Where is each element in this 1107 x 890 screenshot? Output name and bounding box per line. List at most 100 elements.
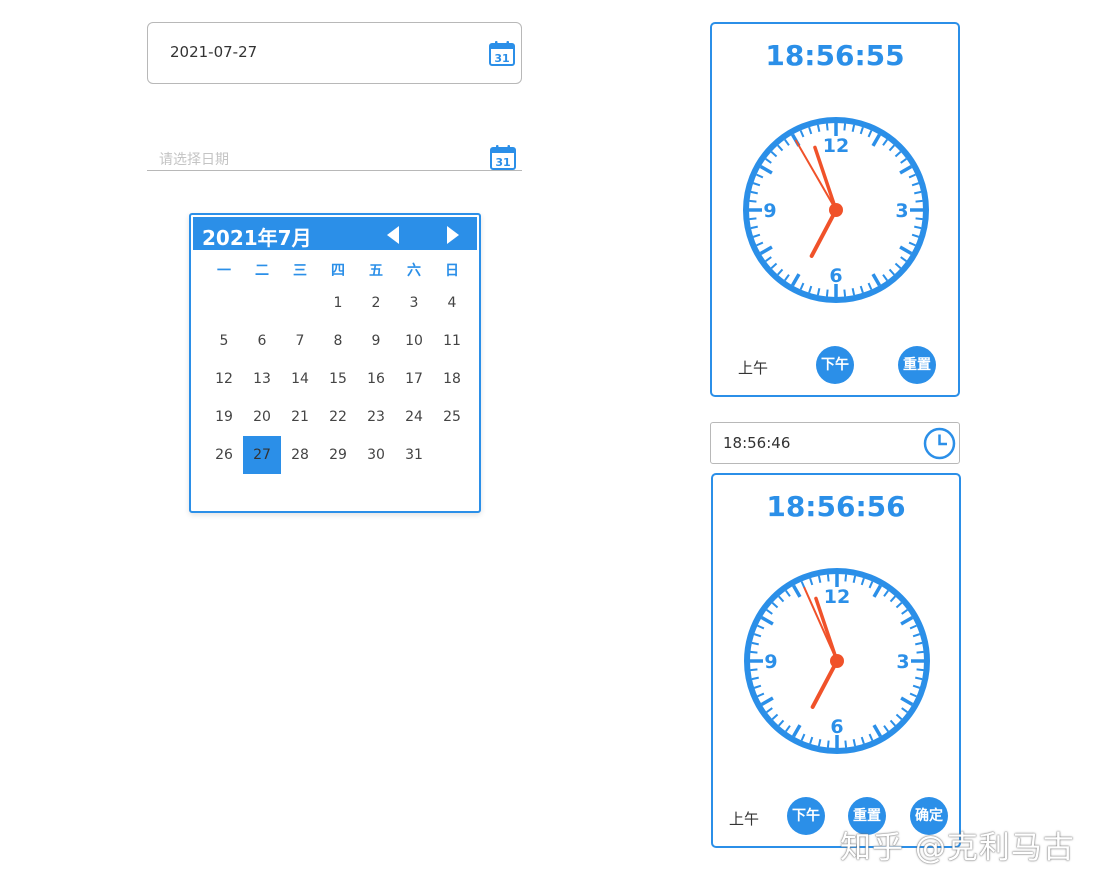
day-cell[interactable]: 4: [433, 284, 471, 322]
day-cell[interactable]: 28: [281, 436, 319, 474]
clock-minor-tick: [914, 225, 922, 230]
day-cell[interactable]: 23: [357, 398, 395, 436]
clock-minor-tick: [894, 262, 902, 269]
clock-minor-tick: [765, 256, 772, 262]
day-cell[interactable]: 29: [319, 436, 357, 474]
clock-minor-tick: [843, 123, 847, 131]
clock-minor-tick: [765, 158, 772, 164]
analog-clock[interactable]: 12 3 6 9: [740, 114, 932, 306]
clock-minor-tick: [908, 173, 916, 179]
reset-button[interactable]: 重置: [898, 346, 936, 384]
clock-number: 9: [763, 200, 776, 222]
calendar-icon[interactable]: 31: [489, 143, 517, 171]
day-cell[interactable]: 30: [357, 436, 395, 474]
day-cell[interactable]: 11: [433, 322, 471, 360]
pm-button[interactable]: 下午: [816, 346, 854, 384]
day-cell[interactable]: 22: [319, 398, 357, 436]
clock-major-tick: [871, 273, 882, 287]
clock-number: 3: [896, 651, 909, 673]
clock-minor-tick: [778, 595, 785, 603]
date-input[interactable]: 2021-07-27 31: [147, 22, 522, 84]
digital-time: 18:56:55: [765, 39, 905, 72]
day-cell[interactable]: 31: [395, 436, 433, 474]
clock-minor-tick: [809, 736, 814, 745]
clock-minor-tick: [909, 692, 917, 698]
day-cell[interactable]: 5: [205, 322, 243, 360]
day-cell[interactable]: 9: [357, 322, 395, 360]
analog-clock[interactable]: 12 3 6 9: [741, 565, 933, 757]
day-cell[interactable]: 12: [205, 360, 243, 398]
day-cell[interactable]: 17: [395, 360, 433, 398]
pm-button[interactable]: 下午: [787, 797, 825, 835]
day-cell[interactable]: 1: [319, 284, 357, 322]
weekday-label: 五: [369, 263, 383, 279]
day-cell[interactable]: 13: [243, 360, 281, 398]
clock-minor-tick: [867, 282, 873, 290]
day-cell[interactable]: 21: [281, 398, 319, 436]
day-cell[interactable]: 26: [205, 436, 243, 474]
day-cell[interactable]: 15: [319, 360, 357, 398]
clock-minor-tick: [808, 285, 813, 294]
day-cell[interactable]: 6: [243, 322, 281, 360]
digital-time: 18:56:56: [766, 490, 906, 523]
triangle-right-icon[interactable]: [443, 225, 461, 245]
date-input-empty[interactable]: 请选择日期 31: [147, 140, 522, 171]
day-cell[interactable]: 25: [433, 398, 471, 436]
watermark: 知乎 @克利马古: [840, 830, 1075, 866]
clock-minor-tick: [912, 633, 921, 638]
clock-minor-tick: [799, 282, 805, 290]
clock-minor-tick: [851, 124, 856, 132]
am-button[interactable]: 上午: [738, 357, 768, 378]
clock-center: [830, 654, 844, 668]
clock-minor-tick: [750, 225, 758, 230]
clock-minor-tick: [916, 650, 924, 654]
clock-major-tick: [759, 164, 773, 175]
clock-number: 6: [829, 265, 842, 287]
clock-panel-2: 18:56:56 12 3 6 9 上午 下午 重置 确定: [711, 473, 961, 848]
day-cell-selected[interactable]: 27: [243, 436, 281, 474]
clock-major-tick: [899, 245, 913, 256]
day-cell[interactable]: 20: [243, 398, 281, 436]
day-cell[interactable]: 18: [433, 360, 471, 398]
clock-minor-tick: [860, 736, 865, 745]
day-cell[interactable]: 24: [395, 398, 433, 436]
time-input[interactable]: 18:56:46: [710, 422, 960, 464]
clock-minor-tick: [751, 676, 759, 681]
clock-minor-tick: [915, 217, 923, 221]
day-cell[interactable]: 7: [281, 322, 319, 360]
day-cell[interactable]: 3: [395, 284, 433, 322]
day-cell[interactable]: 14: [281, 360, 319, 398]
clock-minor-tick: [816, 288, 821, 296]
clock-minor-tick: [826, 740, 830, 748]
svg-text:31: 31: [494, 52, 509, 65]
clock-minor-tick: [867, 130, 873, 138]
day-cell[interactable]: 16: [357, 360, 395, 398]
clock-minor-tick: [860, 577, 865, 586]
clock-minor-tick: [784, 139, 790, 146]
clock-minor-tick: [888, 144, 895, 152]
triangle-left-icon[interactable]: [385, 225, 403, 245]
clock-minor-tick: [817, 739, 822, 747]
date-input-value: 2021-07-27: [170, 43, 258, 61]
clock-minor-tick: [825, 123, 829, 131]
clock-minor-tick: [868, 733, 874, 741]
clock-icon[interactable]: [923, 427, 956, 460]
clock-minor-tick: [852, 739, 857, 747]
clock-minor-tick: [785, 725, 791, 732]
calendar-icon[interactable]: 31: [488, 39, 516, 67]
clock-minor-tick: [809, 577, 814, 586]
weekday-label: 三: [293, 263, 307, 279]
clock-minor-tick: [750, 650, 758, 654]
day-cell[interactable]: 2: [357, 284, 395, 322]
clock-minor-tick: [771, 602, 779, 609]
day-cell[interactable]: 10: [395, 322, 433, 360]
am-button[interactable]: 上午: [729, 808, 759, 829]
day-cell[interactable]: 19: [205, 398, 243, 436]
clock-minor-tick: [915, 676, 923, 681]
clock-minor-tick: [756, 241, 764, 247]
day-cell[interactable]: 8: [319, 322, 357, 360]
clock-minor-tick: [784, 274, 790, 281]
clock-minor-tick: [882, 274, 888, 281]
clock-minor-tick: [750, 668, 758, 672]
clock-minor-tick: [852, 575, 857, 583]
